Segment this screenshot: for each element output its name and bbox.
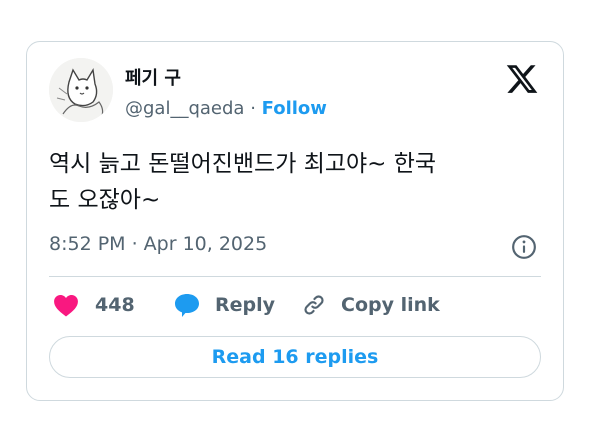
x-logo-icon[interactable]: [505, 62, 539, 96]
read-replies-button[interactable]: Read 16 replies: [49, 336, 541, 378]
reply-label: Reply: [215, 294, 276, 316]
like-button[interactable]: 448: [53, 290, 135, 320]
tweet-text-line-1: 역시 늙고 돈떨어진밴드가 최고야~ 한국: [49, 151, 437, 177]
info-icon[interactable]: [511, 234, 537, 260]
speech-bubble-icon: [175, 294, 199, 317]
copy-link-button[interactable]: Copy link: [301, 290, 440, 320]
reply-button[interactable]: Reply: [173, 290, 275, 320]
copy-link-label: Copy link: [341, 294, 440, 316]
follow-button[interactable]: Follow: [262, 98, 327, 119]
timestamp[interactable]: 8:52 PM · Apr 10, 2025: [49, 233, 267, 255]
author-handle[interactable]: @gal__qaeda: [125, 98, 244, 119]
author-name[interactable]: 페기 구: [125, 64, 181, 90]
avatar[interactable]: [49, 58, 113, 122]
action-bar: 448 Reply Copy link: [49, 290, 549, 320]
handle-separator: ·: [250, 98, 256, 119]
link-icon: [304, 295, 324, 315]
like-count: 448: [95, 294, 135, 316]
tweet-text-line-2: 도 오잖아~: [49, 187, 161, 213]
tweet-text: 역시 늙고 돈떨어진밴드가 최고야~ 한국 도 오잖아~: [49, 146, 549, 218]
avatar-cat-sketch: [49, 58, 113, 122]
divider: [49, 276, 541, 277]
handle-row: @gal__qaeda · Follow: [125, 98, 327, 119]
tweet-card: 페기 구 @gal__qaeda · Follow 역시 늙고 돈떨어진밴드가 …: [26, 41, 564, 401]
heart-icon: [54, 295, 78, 317]
